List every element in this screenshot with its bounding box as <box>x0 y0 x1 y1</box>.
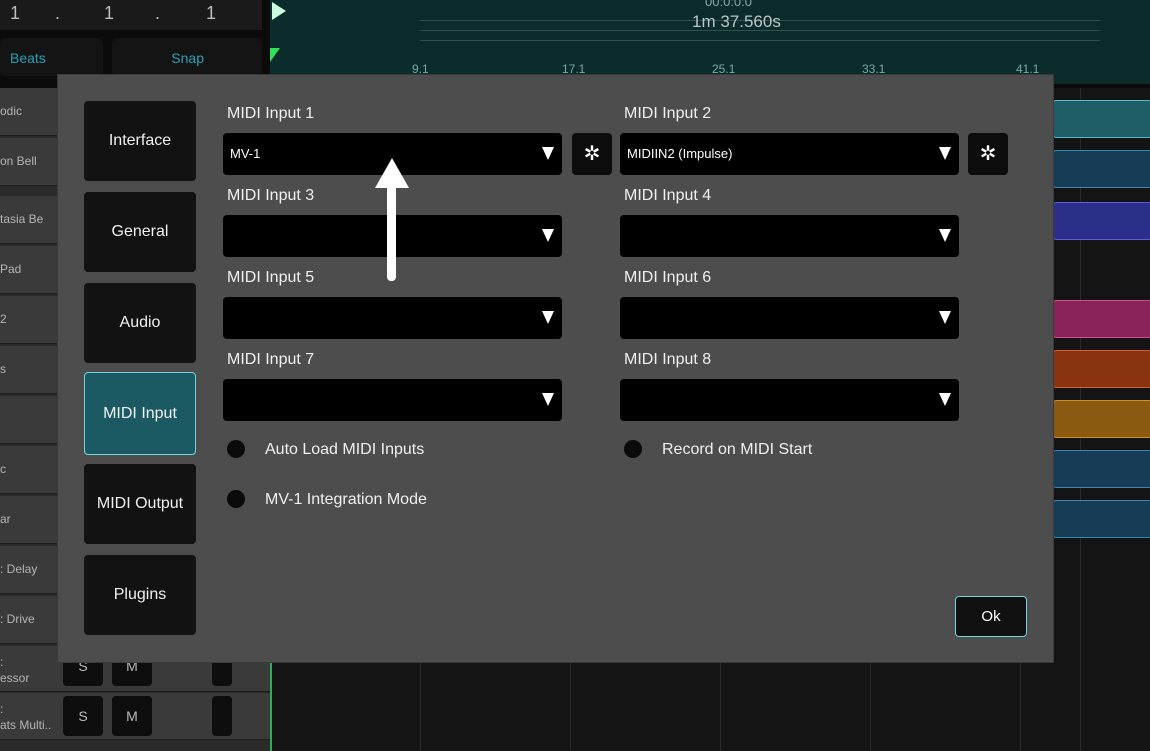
auto-load-label: Auto Load MIDI Inputs <box>265 441 425 458</box>
midi-input-6-label: MIDI Input 6 <box>624 269 712 286</box>
position-display: 1 . 1 . 1 <box>0 0 262 30</box>
nav-plugins[interactable]: Plugins <box>84 555 196 635</box>
midi-clip[interactable] <box>1053 450 1150 488</box>
midi-input-8-label: MIDI Input 8 <box>624 351 712 368</box>
nav-midi-output[interactable]: MIDI Output <box>84 464 196 544</box>
preferences-dialog: Interface General Audio MIDI Input MIDI … <box>58 75 1053 662</box>
beats-button[interactable]: Beats <box>0 38 103 76</box>
mute-button[interactable]: M <box>112 696 152 736</box>
midi-clip[interactable] <box>1053 500 1150 538</box>
ruler-tick: 17.1 <box>562 62 586 76</box>
midi-input-5-label: MIDI Input 5 <box>227 269 315 286</box>
triangle-down-icon <box>939 311 951 324</box>
triangle-down-icon <box>542 311 554 324</box>
midi-input-5-select[interactable] <box>223 297 562 339</box>
dropdown-value: MIDIIN2 (Impulse) <box>627 146 733 161</box>
track-name[interactable]: c <box>0 446 58 494</box>
track-fader[interactable] <box>212 696 232 736</box>
ruler-tick: 41.1 <box>1016 62 1040 76</box>
triangle-down-icon <box>939 229 951 242</box>
midi-input-6-select[interactable] <box>620 297 959 339</box>
track-name[interactable]: s <box>0 346 58 394</box>
position-tick: 1 <box>206 3 217 23</box>
midi-input-1-label: MIDI Input 1 <box>227 105 315 122</box>
midi-clip[interactable] <box>1053 400 1150 438</box>
loop-start-marker[interactable] <box>270 48 280 62</box>
triangle-down-icon <box>542 147 554 160</box>
midi-input-2-label: MIDI Input 2 <box>624 105 712 122</box>
record-on-start-radio[interactable] <box>624 440 642 458</box>
midi-input-7-label: MIDI Input 7 <box>227 351 315 368</box>
track-name[interactable]: ar <box>0 496 58 544</box>
integration-mode-label: MV-1 Integration Mode <box>265 491 427 508</box>
nav-audio[interactable]: Audio <box>84 283 196 363</box>
midi-input-4-label: MIDI Input 4 <box>624 187 712 204</box>
ok-button[interactable]: Ok <box>955 596 1027 637</box>
track-name[interactable] <box>0 396 58 444</box>
time-readout: 1m 37.560s <box>692 12 781 31</box>
track-name[interactable]: on Bell <box>0 138 58 186</box>
solo-button[interactable]: S <box>63 696 103 736</box>
midi-clip[interactable] <box>1053 100 1150 138</box>
position-bar: 1 <box>10 3 21 23</box>
integration-mode-radio[interactable] <box>227 490 245 508</box>
time-top-readout: 00:0:0:0 <box>705 0 752 9</box>
midi-clip[interactable] <box>1053 350 1150 388</box>
position-sep: . <box>155 3 161 23</box>
triangle-down-icon <box>542 393 554 406</box>
up-arrow-shaft <box>387 175 396 281</box>
triangle-down-icon <box>542 229 554 242</box>
midi-input-2-select[interactable]: MIDIIN2 (Impulse) <box>620 133 959 175</box>
auto-load-radio[interactable] <box>227 440 245 458</box>
midi-input-8-select[interactable] <box>620 379 959 421</box>
track-name[interactable]: odic <box>0 88 58 136</box>
dropdown-value: MV-1 <box>230 146 261 161</box>
midi-clip[interactable] <box>1053 150 1150 188</box>
track-name[interactable]: 2 <box>0 296 58 344</box>
ruler-tick: 25.1 <box>712 62 736 76</box>
position-beat: 1 <box>104 3 115 23</box>
nav-general[interactable]: General <box>84 192 196 272</box>
nav-interface[interactable]: Interface <box>84 101 196 181</box>
gear-icon[interactable]: ✲ <box>572 133 612 175</box>
ruler-tick: 9.1 <box>412 62 429 76</box>
midi-clip[interactable] <box>1053 202 1150 240</box>
gear-icon[interactable]: ✲ <box>968 133 1008 175</box>
midi-input-3-label: MIDI Input 3 <box>227 187 315 204</box>
triangle-down-icon <box>939 147 951 160</box>
position-sep: . <box>55 3 61 23</box>
snap-button[interactable]: Snap <box>112 38 262 76</box>
midi-input-7-select[interactable] <box>223 379 562 421</box>
ruler-line <box>420 40 1100 41</box>
nav-midi-input[interactable]: MIDI Input <box>84 372 196 455</box>
track-name[interactable]: : Drive <box>0 596 58 644</box>
play-icon[interactable] <box>272 2 286 20</box>
ruler-tick: 33.1 <box>862 62 886 76</box>
track-name[interactable]: tasia Be <box>0 196 58 244</box>
triangle-down-icon <box>939 393 951 406</box>
midi-clip[interactable] <box>1053 300 1150 338</box>
track-name[interactable]: Pad <box>0 246 58 294</box>
midi-input-4-select[interactable] <box>620 215 959 257</box>
record-on-start-label: Record on MIDI Start <box>662 441 813 458</box>
track-name[interactable]: : Delay <box>0 546 58 594</box>
